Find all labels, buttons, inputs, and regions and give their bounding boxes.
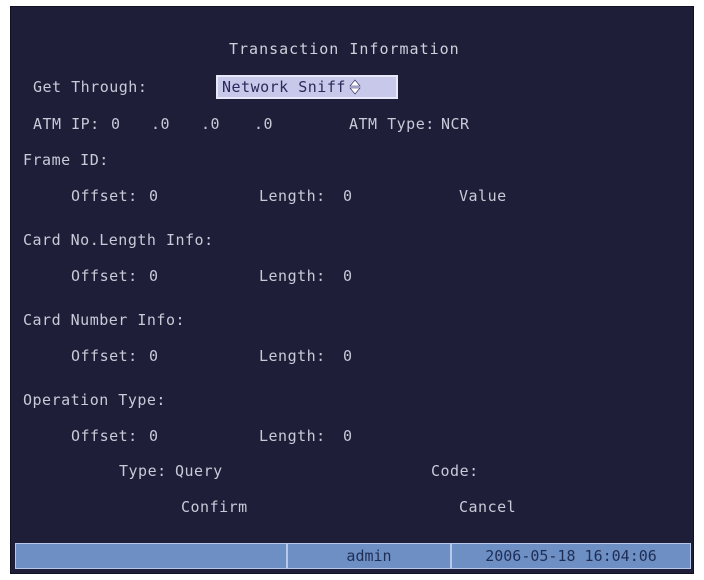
atm-ip-octet-2[interactable]: .0 — [151, 114, 170, 134]
status-bar-datetime: 2006-05-18 16:04:06 — [451, 543, 691, 569]
operation-type-offset-value[interactable]: 0 — [149, 426, 159, 446]
atm-ip-octet-1[interactable]: 0 — [111, 114, 121, 134]
card-number-heading: Card Number Info: — [23, 311, 186, 329]
cancel-button[interactable]: Cancel — [459, 497, 516, 517]
frame-id-heading: Frame ID: — [23, 151, 109, 169]
status-bar-user: admin — [287, 543, 451, 569]
operation-type-length-label: Length: — [259, 427, 326, 445]
up-down-arrows-icon[interactable] — [348, 78, 362, 96]
card-number-length-value[interactable]: 0 — [343, 346, 353, 366]
get-through-value: Network Sniff — [222, 78, 346, 96]
operation-type-length-value[interactable]: 0 — [343, 426, 353, 446]
atm-type-value[interactable]: NCR — [441, 114, 470, 134]
card-number-length-label: Length: — [259, 347, 326, 365]
operation-type-heading: Operation Type: — [23, 391, 166, 409]
card-no-length-length-label: Length: — [259, 267, 326, 285]
get-through-select[interactable]: Network Sniff — [216, 75, 398, 99]
frame-id-offset-label: Offset: — [71, 187, 138, 205]
confirm-button[interactable]: Confirm — [181, 497, 248, 517]
frame-id-length-value[interactable]: 0 — [343, 186, 353, 206]
card-number-offset-label: Offset: — [71, 347, 138, 365]
atm-ip-label: ATM IP: — [33, 115, 100, 133]
card-no-length-offset-label: Offset: — [71, 267, 138, 285]
frame-id-offset-value[interactable]: 0 — [149, 186, 159, 206]
status-bar: admin 2006-05-18 16:04:06 — [15, 543, 691, 569]
operation-type-offset-label: Offset: — [71, 427, 138, 445]
status-bar-blank-cell — [15, 543, 287, 569]
atm-ip-octet-3[interactable]: .0 — [201, 114, 220, 134]
card-no-length-length-value[interactable]: 0 — [343, 266, 353, 286]
dvr-osd-screen: Transaction Information Get Through: Net… — [10, 6, 694, 574]
dialog-title: Transaction Information — [229, 40, 460, 58]
card-number-offset-value[interactable]: 0 — [149, 346, 159, 366]
frame-id-length-label: Length: — [259, 187, 326, 205]
atm-type-label: ATM Type: — [349, 115, 435, 133]
card-no-length-heading: Card No.Length Info: — [23, 231, 214, 249]
get-through-label: Get Through: — [33, 78, 148, 96]
frame-id-value-field[interactable]: Value — [459, 186, 507, 206]
operation-type-type-label: Type: — [119, 462, 167, 480]
operation-type-type-value[interactable]: Query — [175, 461, 223, 481]
card-no-length-offset-value[interactable]: 0 — [149, 266, 159, 286]
atm-ip-octet-4[interactable]: .0 — [254, 114, 273, 134]
operation-type-code-label: Code: — [431, 462, 479, 480]
